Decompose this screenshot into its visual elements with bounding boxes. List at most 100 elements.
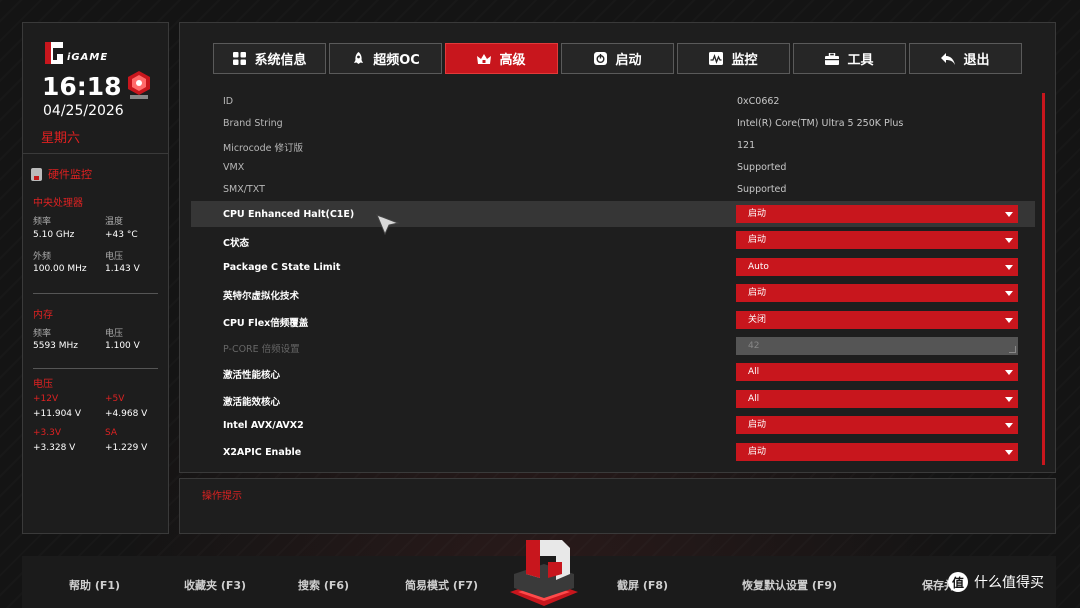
tab-label: 超频OC bbox=[373, 53, 420, 68]
sa-label: SA bbox=[105, 428, 118, 438]
setting-dropdown[interactable]: 关闭 bbox=[736, 310, 1018, 329]
tab-monitor[interactable]: 监控 bbox=[677, 43, 790, 74]
setting-row-flex-ratio[interactable]: CPU Flex倍频覆盖 关闭 bbox=[191, 307, 1035, 333]
grid-icon bbox=[232, 52, 246, 66]
dropdown-arrow-icon bbox=[1005, 238, 1013, 244]
setting-label: 激活性能核心 bbox=[223, 370, 281, 382]
cpu-freq-value: 5.10 GHz bbox=[33, 230, 75, 240]
clock-time: 16:18 bbox=[42, 72, 122, 101]
tab-exit[interactable]: 退出 bbox=[909, 43, 1022, 74]
info-row: ID 0xC0662 bbox=[191, 91, 1035, 113]
date: 04/25/2026 bbox=[43, 103, 124, 119]
v12-value: +11.904 V bbox=[33, 409, 82, 419]
dropdown-arrow-icon bbox=[1005, 212, 1013, 217]
setting-row-c-state[interactable]: C状态 启动 bbox=[191, 227, 1035, 253]
setting-row-active-ecores[interactable]: 激活能效核心 All bbox=[191, 386, 1035, 412]
setting-dropdown[interactable]: All bbox=[736, 389, 1018, 408]
load-defaults-button[interactable]: 恢复默认设置 (F9) bbox=[742, 577, 837, 593]
info-value: Intel(R) Core(TM) Ultra 5 250K Plus bbox=[737, 118, 904, 129]
setting-dropdown[interactable]: Auto bbox=[736, 257, 1018, 276]
setting-dropdown[interactable]: 启动 bbox=[736, 205, 1018, 223]
memory-volt-value: 1.100 V bbox=[105, 341, 140, 351]
help-button[interactable]: 帮助 (F1) bbox=[69, 577, 120, 593]
dropdown-arrow-icon bbox=[1005, 370, 1013, 376]
setting-input-disabled: 42 bbox=[736, 336, 1018, 355]
tab-system-info[interactable]: 系统信息 bbox=[213, 43, 326, 74]
settings-panel: 系统信息 超频OC 高级 启动 监控 工具 退出 ID 0xC0662 Bran… bbox=[179, 22, 1056, 473]
cpu-volt-value: 1.143 V bbox=[105, 264, 140, 274]
dropdown-arrow-icon bbox=[1005, 449, 1013, 455]
info-row: VMX Supported bbox=[191, 157, 1035, 179]
cpu-volt-label: 电压 bbox=[105, 252, 124, 262]
dropdown-value: 启动 bbox=[748, 420, 767, 431]
chip-icon bbox=[31, 167, 42, 181]
screenshot-button[interactable]: 截屏 (F8) bbox=[617, 577, 668, 593]
tab-label: 启动 bbox=[615, 53, 642, 68]
setting-row-c1e[interactable]: CPU Enhanced Halt(C1E) 启动 bbox=[191, 201, 1035, 228]
setting-row-package-c-state-limit[interactable]: Package C State Limit Auto bbox=[191, 254, 1035, 280]
setting-label: X2APIC Enable bbox=[223, 446, 302, 458]
info-label: Microcode 修订版 bbox=[223, 143, 303, 154]
watermark: 值 什么值得买 bbox=[948, 572, 1044, 592]
setting-label: 英特尔虚拟化技术 bbox=[223, 291, 300, 303]
dropdown-value: 启动 bbox=[748, 235, 767, 246]
input-value: 42 bbox=[748, 340, 760, 351]
search-button[interactable]: 搜索 (F6) bbox=[298, 577, 349, 593]
cpu-freq-label: 频率 bbox=[33, 217, 52, 227]
memory-freq-label: 频率 bbox=[33, 329, 52, 339]
v5-value: +4.968 V bbox=[105, 409, 148, 419]
tab-label: 监控 bbox=[731, 53, 758, 68]
v33-label: +3.3V bbox=[33, 428, 62, 438]
info-value: 121 bbox=[737, 140, 756, 151]
operation-hint-title: 操作提示 bbox=[202, 491, 242, 502]
dropdown-value: 启动 bbox=[748, 446, 767, 457]
voltage-section-title: 电压 bbox=[33, 379, 53, 390]
setting-dropdown[interactable]: 启动 bbox=[736, 416, 1018, 435]
tab-label: 工具 bbox=[847, 53, 874, 68]
memory-freq-value: 5593 MHz bbox=[33, 341, 79, 351]
setting-label: Intel AVX/AVX2 bbox=[223, 420, 304, 432]
cpu-bclk-label: 外频 bbox=[33, 252, 52, 262]
setting-row-active-pcores[interactable]: 激活性能核心 All bbox=[191, 359, 1035, 385]
back-arrow-icon bbox=[941, 52, 956, 66]
v5-label: +5V bbox=[105, 394, 125, 404]
dropdown-arrow-icon bbox=[1005, 423, 1013, 429]
setting-label: C状态 bbox=[223, 238, 249, 250]
setting-row-virtualization[interactable]: 英特尔虚拟化技术 启动 bbox=[191, 280, 1035, 306]
setting-row-avx[interactable]: Intel AVX/AVX2 启动 bbox=[191, 412, 1035, 438]
tab-label: 系统信息 bbox=[254, 53, 307, 68]
cpu-section-title: 中央处理器 bbox=[33, 198, 83, 209]
scrollbar[interactable] bbox=[1042, 93, 1045, 465]
setting-label: Package C State Limit bbox=[223, 261, 341, 273]
setting-dropdown[interactable]: 启动 bbox=[736, 442, 1018, 461]
v12-label: +12V bbox=[33, 394, 59, 404]
dropdown-value: All bbox=[748, 367, 760, 378]
power-icon bbox=[593, 52, 607, 66]
setting-dropdown[interactable]: 启动 bbox=[736, 231, 1018, 250]
tab-overclock[interactable]: 超频OC bbox=[329, 43, 442, 74]
igame-logo: iGAME bbox=[43, 40, 143, 68]
settings-list: ID 0xC0662 Brand String Intel(R) Core(TM… bbox=[191, 91, 1035, 465]
tab-bar: 系统信息 超频OC 高级 启动 监控 工具 退出 bbox=[213, 43, 1022, 74]
setting-row-x2apic[interactable]: X2APIC Enable 启动 bbox=[191, 439, 1035, 465]
v33-value: +3.328 V bbox=[33, 443, 76, 453]
info-row: Microcode 修订版 121 bbox=[191, 135, 1035, 157]
memory-volt-label: 电压 bbox=[105, 329, 124, 339]
tab-advanced[interactable]: 高级 bbox=[445, 43, 558, 74]
dropdown-arrow-icon bbox=[1005, 291, 1013, 297]
hardware-monitor-header: 硬件监控 bbox=[31, 166, 92, 182]
tab-boot[interactable]: 启动 bbox=[561, 43, 674, 74]
dropdown-value: 启动 bbox=[748, 288, 767, 299]
rocket-icon bbox=[351, 51, 365, 66]
setting-dropdown[interactable]: 启动 bbox=[736, 284, 1018, 303]
easy-mode-button[interactable]: 简易模式 (F7) bbox=[405, 577, 478, 593]
brand-name: iGAME bbox=[67, 52, 109, 63]
setting-label: P-CORE 倍频设置 bbox=[223, 343, 300, 355]
zhi-logo-icon: 值 bbox=[948, 572, 968, 592]
favorites-button[interactable]: 收藏夹 (F3) bbox=[184, 577, 246, 593]
monitor-chart-icon bbox=[709, 52, 724, 66]
dropdown-value: Auto bbox=[748, 261, 769, 272]
setting-dropdown[interactable]: All bbox=[736, 363, 1018, 382]
dropdown-arrow-icon bbox=[1005, 396, 1013, 402]
tab-tools[interactable]: 工具 bbox=[793, 43, 906, 74]
